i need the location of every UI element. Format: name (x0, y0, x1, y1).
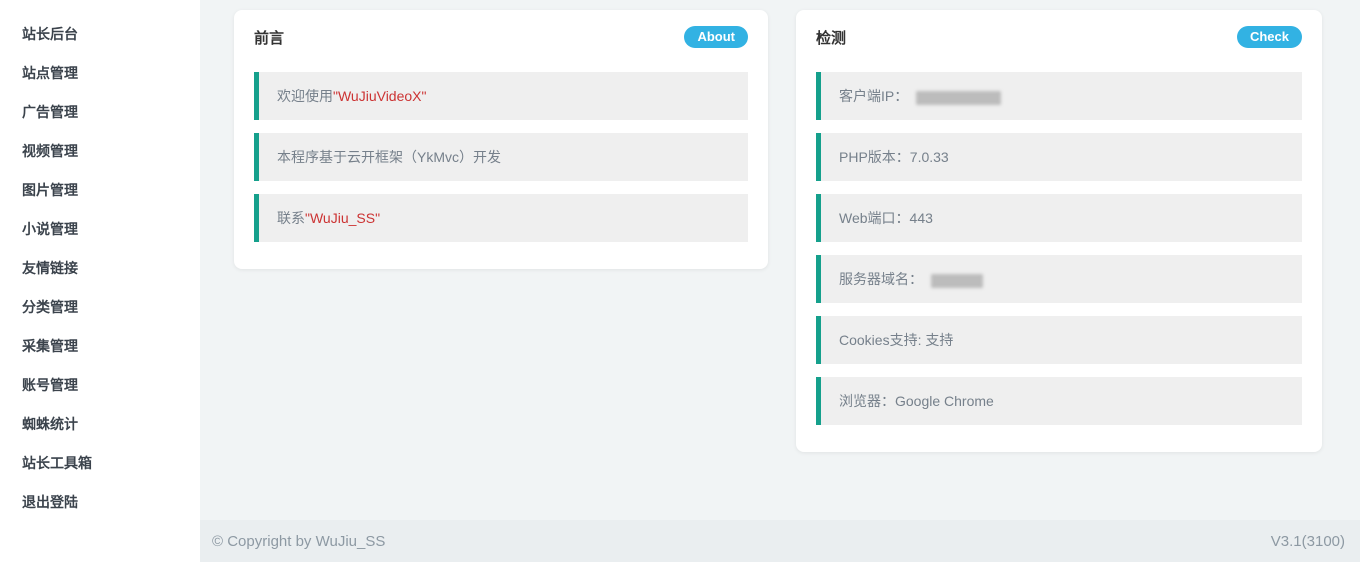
check-item-value: 443 (910, 210, 933, 226)
preface-item-list: 欢迎使用"WuJiuVideoX" 本程序基于云开框架（YkMvc）开发 联系"… (254, 72, 748, 242)
check-card-title: 检测 (816, 27, 846, 48)
check-item-label: 服务器域名： (839, 271, 923, 287)
preface-item-highlight: "WuJiuVideoX" (333, 88, 426, 104)
check-item-value: Google Chrome (895, 393, 994, 409)
preface-card-title: 前言 (254, 27, 284, 48)
sidebar-item-spider-stats[interactable]: 蜘蛛统计 (0, 405, 200, 444)
preface-item: 欢迎使用"WuJiuVideoX" (254, 72, 748, 120)
main-content: 前言 About 欢迎使用"WuJiuVideoX" 本程序基于云开框架（YkM… (200, 0, 1360, 562)
preface-item-text: 本程序基于云开框架（YkMvc）开发 (277, 149, 501, 165)
check-item-list: 客户端IP： PHP版本：7.0.33 Web端口：443 服务器域名： Coo… (816, 72, 1302, 425)
about-badge[interactable]: About (684, 26, 748, 48)
preface-item-text: 欢迎使用 (277, 88, 333, 104)
sidebar: 站长后台 站点管理 广告管理 视频管理 图片管理 小说管理 友情链接 分类管理 … (0, 0, 200, 562)
sidebar-item-accounts[interactable]: 账号管理 (0, 366, 200, 405)
sidebar-item-toolbox[interactable]: 站长工具箱 (0, 444, 200, 483)
redacted-domain-value (931, 274, 983, 288)
sidebar-item-novels[interactable]: 小说管理 (0, 210, 200, 249)
cards-row: 前言 About 欢迎使用"WuJiuVideoX" 本程序基于云开框架（YkM… (200, 0, 1360, 452)
copyright-text: © Copyright by WuJiu_SS (212, 533, 385, 550)
check-item-browser: 浏览器：Google Chrome (816, 377, 1302, 425)
sidebar-item-dashboard[interactable]: 站长后台 (0, 15, 200, 54)
check-card: 检测 Check 客户端IP： PHP版本：7.0.33 Web端口：443 服… (796, 10, 1322, 452)
check-item-label: PHP版本： (839, 149, 910, 165)
check-item-php-version: PHP版本：7.0.33 (816, 133, 1302, 181)
check-item-label: Cookies支持: (839, 332, 925, 348)
preface-card-header: 前言 About (254, 26, 748, 48)
check-item-client-ip: 客户端IP： (816, 72, 1302, 120)
check-item-value: 支持 (925, 332, 953, 348)
version-text: V3.1(3100) (1271, 533, 1345, 550)
footer: © Copyright by WuJiu_SS V3.1(3100) (200, 520, 1360, 562)
sidebar-item-categories[interactable]: 分类管理 (0, 288, 200, 327)
sidebar-item-site[interactable]: 站点管理 (0, 54, 200, 93)
sidebar-item-ads[interactable]: 广告管理 (0, 93, 200, 132)
check-card-header: 检测 Check (816, 26, 1302, 48)
check-item-label: 浏览器： (839, 393, 895, 409)
app-root: 站长后台 站点管理 广告管理 视频管理 图片管理 小说管理 友情链接 分类管理 … (0, 0, 1360, 562)
preface-item: 联系"WuJiu_SS" (254, 194, 748, 242)
sidebar-item-collection[interactable]: 采集管理 (0, 327, 200, 366)
check-item-label: Web端口： (839, 210, 910, 226)
check-item-value: 7.0.33 (910, 149, 949, 165)
preface-item-text: 联系 (277, 210, 305, 226)
check-badge[interactable]: Check (1237, 26, 1302, 48)
sidebar-nav: 站长后台 站点管理 广告管理 视频管理 图片管理 小说管理 友情链接 分类管理 … (0, 15, 200, 522)
redacted-ip-value (916, 91, 1001, 105)
sidebar-item-video[interactable]: 视频管理 (0, 132, 200, 171)
sidebar-item-links[interactable]: 友情链接 (0, 249, 200, 288)
sidebar-item-logout[interactable]: 退出登陆 (0, 483, 200, 522)
check-item-web-port: Web端口：443 (816, 194, 1302, 242)
preface-card: 前言 About 欢迎使用"WuJiuVideoX" 本程序基于云开框架（YkM… (234, 10, 768, 269)
check-item-server-domain: 服务器域名： (816, 255, 1302, 303)
check-item-label: 客户端IP： (839, 88, 908, 104)
sidebar-item-images[interactable]: 图片管理 (0, 171, 200, 210)
check-item-cookies: Cookies支持: 支持 (816, 316, 1302, 364)
preface-item-highlight: "WuJiu_SS" (305, 210, 380, 226)
preface-item: 本程序基于云开框架（YkMvc）开发 (254, 133, 748, 181)
